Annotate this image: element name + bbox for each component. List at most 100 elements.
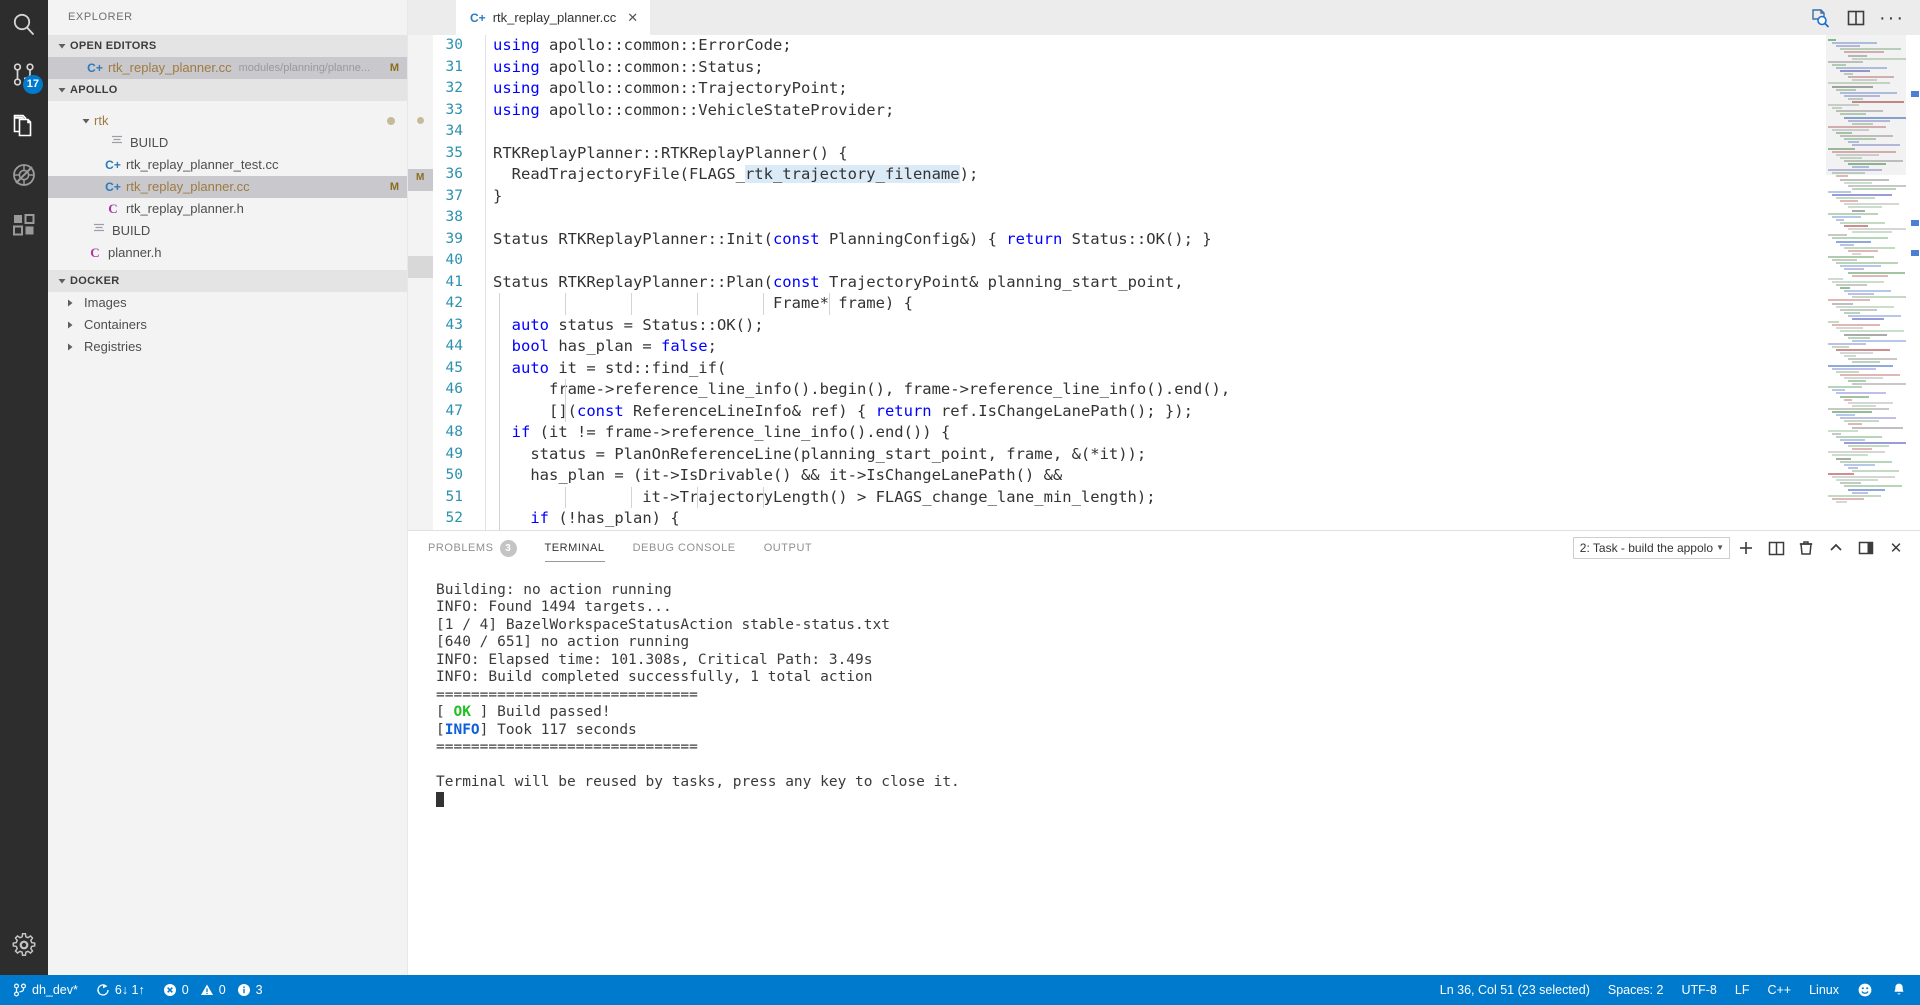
statusbar-branch[interactable]: dh_dev* xyxy=(4,975,87,1005)
close-panel-icon[interactable]: ✕ xyxy=(1882,534,1910,562)
minimap[interactable] xyxy=(1826,35,1906,530)
code-token: } xyxy=(493,186,503,205)
minimap-row xyxy=(1852,318,1884,320)
statusbar-problems[interactable]: 0 0 3 xyxy=(154,975,272,1005)
find-references-icon[interactable] xyxy=(1802,0,1838,35)
editor-body: M 30 using apollo::common::ErrorCode; 31 us… xyxy=(408,35,1920,530)
minimap-row xyxy=(1848,380,1866,382)
code-token: (!has_plan) { xyxy=(549,509,680,527)
minimap-row xyxy=(1832,237,1888,240)
code-token: has_plan = (it->IsDrivable() && it->IsCh… xyxy=(493,466,1063,484)
minimap-row xyxy=(1832,345,1849,348)
minimap-row xyxy=(1848,466,1858,469)
tree-item-build-2[interactable]: BUILD xyxy=(48,220,407,242)
activitybar-search[interactable] xyxy=(0,0,48,50)
more-actions-icon[interactable]: ··· xyxy=(1874,0,1910,35)
tab-output[interactable]: OUTPUT xyxy=(764,531,813,566)
code-line: 52 if (!has_plan) { xyxy=(433,508,1826,530)
docker-item-images[interactable]: Images xyxy=(48,292,407,314)
header-file-icon: C xyxy=(108,201,118,216)
indent-guide xyxy=(763,293,764,315)
chevron-down-icon xyxy=(54,38,70,54)
code-text: auto status = Status::OK(); xyxy=(485,314,1826,336)
code-editor[interactable]: 30 using apollo::common::ErrorCode; 31 usin… xyxy=(433,35,1826,530)
sidebar-title: EXPLORER xyxy=(68,11,133,23)
toggle-panel-icon[interactable] xyxy=(1852,534,1880,562)
statusbar-platform[interactable]: Linux xyxy=(1800,975,1848,1005)
code-token: (it != frame->reference_line_info().end(… xyxy=(530,423,951,441)
docker-item-registries[interactable]: Registries xyxy=(48,336,407,358)
statusbar-encoding[interactable]: UTF-8 xyxy=(1672,975,1725,1005)
split-terminal-icon[interactable] xyxy=(1762,534,1790,562)
statusbar-language-mode[interactable]: C++ xyxy=(1758,975,1800,1005)
terminal-line: Terminal will be reused by tasks, press … xyxy=(436,774,1920,792)
code-line: 44 bool has_plan = false; xyxy=(433,336,1826,358)
explorer-sidebar: EXPLORER OPEN EDITORS C+ rtk_replay_plan… xyxy=(48,0,408,975)
tree-item-rtk[interactable]: rtk xyxy=(48,110,407,132)
terminal-selector[interactable]: 2: Task - build the appolo ▼ xyxy=(1572,537,1730,559)
code-text: using apollo::common::VehicleStateProvid… xyxy=(485,100,1826,122)
statusbar-sync[interactable]: 6↓ 1↑ xyxy=(87,975,154,1005)
code-token: TrajectoryPoint& planning_start_point, xyxy=(819,272,1184,291)
info-icon xyxy=(237,983,251,997)
overview-ruler[interactable] xyxy=(1906,35,1920,530)
activitybar-debug[interactable] xyxy=(0,150,48,200)
code-token: if xyxy=(530,509,549,527)
minimap-row xyxy=(1840,330,1904,333)
tab-problems[interactable]: PROBLEMS 3 xyxy=(428,531,517,566)
close-icon[interactable]: ✕ xyxy=(627,11,638,24)
activitybar-explorer[interactable] xyxy=(0,100,48,150)
minimap-row xyxy=(1836,305,1894,308)
code-text: RTKReplayPlanner::RTKReplayPlanner() { xyxy=(485,143,1826,165)
tree-item-rtk-replay-planner-test[interactable]: C+ rtk_replay_planner_test.cc xyxy=(48,154,407,176)
docker-item-containers[interactable]: Containers xyxy=(48,314,407,336)
chevron-down-icon xyxy=(78,113,94,129)
cpp-file-icon: C+ xyxy=(105,180,121,194)
apollo-folder-header[interactable]: APOLLO xyxy=(48,79,407,101)
activitybar-manage[interactable] xyxy=(0,915,48,975)
maximize-panel-icon[interactable] xyxy=(1822,534,1850,562)
line-number: 39 xyxy=(445,230,463,247)
tab-terminal[interactable]: TERMINAL xyxy=(544,531,605,566)
statusbar-cursor-position[interactable]: Ln 36, Col 51 (23 selected) xyxy=(1431,975,1599,1005)
minimap-row xyxy=(1840,395,1869,398)
tree-item-build-1[interactable]: BUILD xyxy=(48,132,407,154)
open-editors-header[interactable]: OPEN EDITORS xyxy=(48,35,407,57)
terminal-ok-tag: OK xyxy=(453,704,471,720)
docker-header[interactable]: DOCKER xyxy=(48,270,407,292)
new-terminal-icon[interactable] xyxy=(1732,534,1760,562)
statusbar-eol[interactable]: LF xyxy=(1726,975,1759,1005)
statusbar-right: Ln 36, Col 51 (23 selected) Spaces: 2 UT… xyxy=(1431,975,1916,1005)
files-explorer-icon xyxy=(11,112,37,138)
tree-item-rtk-replay-planner-cc[interactable]: C+ rtk_replay_planner.cc M xyxy=(48,176,407,198)
open-editor-modified-flag: M xyxy=(389,62,399,74)
minimap-row xyxy=(1836,414,1855,417)
split-editor-icon[interactable] xyxy=(1838,0,1874,35)
indent-guide xyxy=(631,293,632,315)
kill-terminal-icon[interactable] xyxy=(1792,534,1820,562)
editor-group: C+ rtk_replay_planner.cc ✕ ··· M 30 usin… xyxy=(408,0,1920,530)
code-text: bool has_plan = false; xyxy=(485,336,1826,358)
minimap-row xyxy=(1836,349,1890,351)
statusbar-indentation[interactable]: Spaces: 2 xyxy=(1599,975,1673,1005)
tab-rtk-replay-planner-cc[interactable]: C+ rtk_replay_planner.cc ✕ xyxy=(456,0,651,35)
statusbar-feedback[interactable] xyxy=(1848,975,1882,1005)
minimap-slider[interactable] xyxy=(1826,35,1906,175)
tree-item-rtk-replay-planner-h[interactable]: C rtk_replay_planner.h xyxy=(48,198,407,220)
open-editor-item[interactable]: C+ rtk_replay_planner.cc modules/plannin… xyxy=(48,57,407,79)
indent-guide xyxy=(499,379,500,401)
terminal-output[interactable]: Building: no action running INFO: Found 1… xyxy=(408,566,1920,976)
tab-debug-console[interactable]: DEBUG CONSOLE xyxy=(633,531,736,566)
activitybar-extensions[interactable] xyxy=(0,200,48,250)
line-number: 49 xyxy=(445,445,463,462)
minimap-row xyxy=(1828,429,1858,432)
line-number: 42 xyxy=(445,295,463,311)
activitybar-source-control[interactable]: 17 xyxy=(0,50,48,100)
code-token: bool xyxy=(511,337,549,355)
tree-item-planner-h[interactable]: C planner.h xyxy=(48,242,407,264)
indent-guide xyxy=(697,293,698,315)
dirty-dot-icon xyxy=(417,117,424,124)
statusbar-notifications[interactable] xyxy=(1882,975,1916,1005)
